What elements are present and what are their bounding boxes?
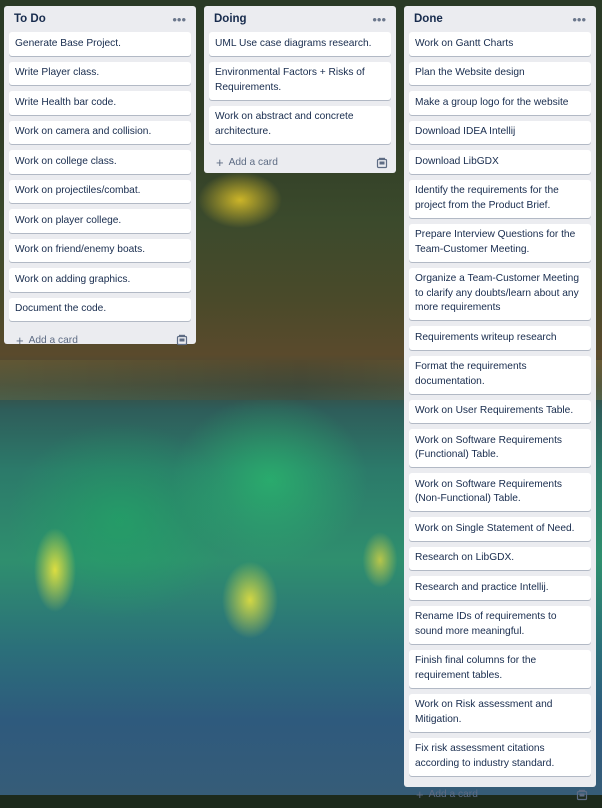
card[interactable]: Work on abstract and concrete architectu… (209, 105, 391, 144)
plus-icon: + (216, 155, 224, 170)
ellipsis-icon[interactable]: ••• (170, 13, 188, 26)
card[interactable]: Environmental Factors + Risks of Require… (209, 61, 391, 100)
card[interactable]: UML Use case diagrams research. (209, 32, 391, 56)
list-to-do: To Do ••• Generate Base Project. Write P… (4, 6, 196, 347)
card[interactable]: Rename IDs of requirements to sound more… (409, 605, 591, 644)
board: To Do ••• Generate Base Project. Write P… (0, 0, 602, 801)
list-footer: + Add a card (204, 150, 396, 176)
card[interactable]: Work on college class. (9, 150, 191, 174)
card-list: Generate Base Project. Write Player clas… (4, 32, 196, 321)
list-title[interactable]: To Do (14, 13, 170, 25)
card[interactable]: Make a group logo for the website (409, 91, 591, 115)
add-card-button[interactable]: + Add a card (16, 334, 176, 347)
list-footer: + Add a card (4, 327, 196, 353)
card[interactable]: Generate Base Project. (9, 32, 191, 56)
card[interactable]: Write Player class. (9, 61, 191, 85)
card[interactable]: Work on Gantt Charts (409, 32, 591, 56)
list-header: Done ••• (404, 6, 596, 32)
list-done: Done ••• Work on Gantt Charts Plan the W… (404, 6, 596, 801)
card[interactable]: Requirements writeup research (409, 326, 591, 350)
card[interactable]: Work on projectiles/combat. (9, 179, 191, 203)
card[interactable]: Work on player college. (9, 209, 191, 233)
card[interactable]: Document the code. (9, 297, 191, 321)
plus-icon: + (16, 332, 24, 348)
card[interactable]: Finish final columns for the requirement… (409, 649, 591, 688)
card[interactable]: Work on Risk assessment and Mitigation. (409, 693, 591, 732)
card[interactable]: Work on Software Requirements (Non-Funct… (409, 473, 591, 511)
add-card-button[interactable]: + Add a card (216, 156, 376, 169)
card[interactable]: Work on friend/enemy boats. (9, 238, 191, 262)
card[interactable]: Work on camera and collision. (9, 120, 191, 144)
card[interactable]: Work on Single Statement of Need. (409, 517, 591, 541)
card-list: UML Use case diagrams research. Environm… (204, 32, 396, 144)
card[interactable]: Work on Software Requirements (Functiona… (409, 429, 591, 467)
list-header: Doing ••• (204, 6, 396, 32)
ellipsis-icon[interactable]: ••• (370, 13, 388, 26)
add-card-label: Add a card (28, 334, 78, 346)
card-template-icon[interactable] (376, 157, 388, 169)
card[interactable]: Work on adding graphics. (9, 268, 191, 292)
card-list: Work on Gantt Charts Plan the Website de… (404, 32, 596, 776)
list-header: To Do ••• (4, 6, 196, 32)
card[interactable]: Format the requirements documentation. (409, 355, 591, 394)
ellipsis-icon[interactable]: ••• (570, 13, 588, 26)
card[interactable]: Download IDEA Intellij (409, 120, 591, 144)
card[interactable]: Prepare Interview Questions for the Team… (409, 223, 591, 262)
list-doing: Doing ••• UML Use case diagrams research… (204, 6, 396, 173)
list-title[interactable]: Done (414, 13, 570, 25)
card[interactable]: Identify the requirements for the projec… (409, 179, 591, 218)
list-title[interactable]: Doing (214, 13, 370, 25)
card[interactable]: Research and practice Intellij. (409, 576, 591, 600)
card[interactable]: Download LibGDX (409, 150, 591, 174)
card-template-icon[interactable] (176, 334, 188, 346)
card[interactable]: Plan the Website design (409, 61, 591, 85)
card[interactable]: Research on LibGDX. (409, 546, 591, 570)
card[interactable]: Work on User Requirements Table. (409, 399, 591, 423)
add-card-label: Add a card (228, 157, 278, 168)
card[interactable]: Organize a Team-Customer Meeting to clar… (409, 267, 591, 320)
card[interactable]: Write Health bar code. (9, 91, 191, 115)
card[interactable]: Fix risk assessment citations according … (409, 737, 591, 776)
